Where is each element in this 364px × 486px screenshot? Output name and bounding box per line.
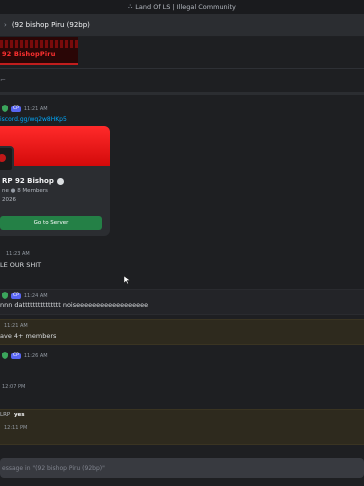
- banner-text: 92 BishopPiru: [2, 50, 56, 58]
- mouse-cursor-icon: [124, 276, 130, 284]
- message-timestamp: 11:21 AM: [23, 105, 48, 112]
- server-invite-card: RP 92 Bishop ne ● 8 Members 2026 Go to S…: [0, 126, 110, 236]
- message-composer: [0, 458, 364, 478]
- message-text: yes: [13, 412, 25, 418]
- mention-highlight: [0, 409, 364, 445]
- message-header: CP 11:21 AM: [2, 105, 48, 112]
- channel-banner-image: 92 BishopPiru: [0, 37, 78, 65]
- divider: [0, 92, 364, 95]
- role-tag: CP: [11, 105, 21, 112]
- message-text: nnn dattttttttttttttt noiseeeeeeeeeeeeee…: [0, 301, 149, 309]
- banner-pattern: [0, 40, 78, 48]
- window-title: Land Of LS | Illegal Community: [135, 3, 236, 11]
- message-header: CP 11:26 AM: [2, 352, 48, 359]
- message-input[interactable]: [0, 463, 364, 473]
- message-timestamp: 11:26 AM: [23, 352, 48, 359]
- role-tag: CP: [11, 352, 21, 359]
- message-text: LE OUR SHIT: [0, 261, 42, 269]
- message-author[interactable]: LRP: [0, 412, 10, 418]
- invite-link[interactable]: iscord.gg/wq2w8HKp5: [0, 116, 67, 123]
- window-titlebar: ⛬ Land Of LS | Illegal Community: [0, 0, 364, 14]
- thread-icon[interactable]: ⌐: [0, 76, 6, 84]
- role-tag: CP: [11, 292, 21, 299]
- message-text: ave 4+ members: [0, 332, 57, 340]
- go-to-server-button[interactable]: Go to Server: [0, 216, 102, 230]
- message-timestamp: 11:24 AM: [23, 292, 48, 299]
- server-icon: ⛬: [128, 3, 133, 10]
- message-timestamp: 12:07 PM: [2, 384, 26, 390]
- message-author-line: LRP yes: [0, 412, 25, 418]
- server-icon: [0, 146, 14, 172]
- message-timestamp: 12:11 PM: [4, 425, 28, 431]
- verified-icon: [56, 177, 64, 185]
- channel-name: (92 bishop Piru (92bp): [11, 21, 90, 29]
- shield-icon: [2, 292, 8, 299]
- divider: [0, 68, 364, 69]
- shield-icon: [2, 105, 8, 112]
- channel-header: › (92 bishop Piru (92bp): [0, 14, 364, 37]
- invite-established: 2026: [2, 197, 16, 203]
- invite-banner: [0, 126, 110, 166]
- invite-server-name: RP 92 Bishop: [2, 177, 64, 185]
- message-header: CP 11:24 AM: [2, 292, 48, 299]
- shield-icon: [2, 352, 8, 359]
- message-timestamp: 11:21 AM: [4, 323, 28, 329]
- chevron-right-icon[interactable]: ›: [4, 21, 7, 29]
- message-timestamp: 11:23 AM: [6, 251, 30, 257]
- invite-stats: ne ● 8 Members: [2, 188, 48, 194]
